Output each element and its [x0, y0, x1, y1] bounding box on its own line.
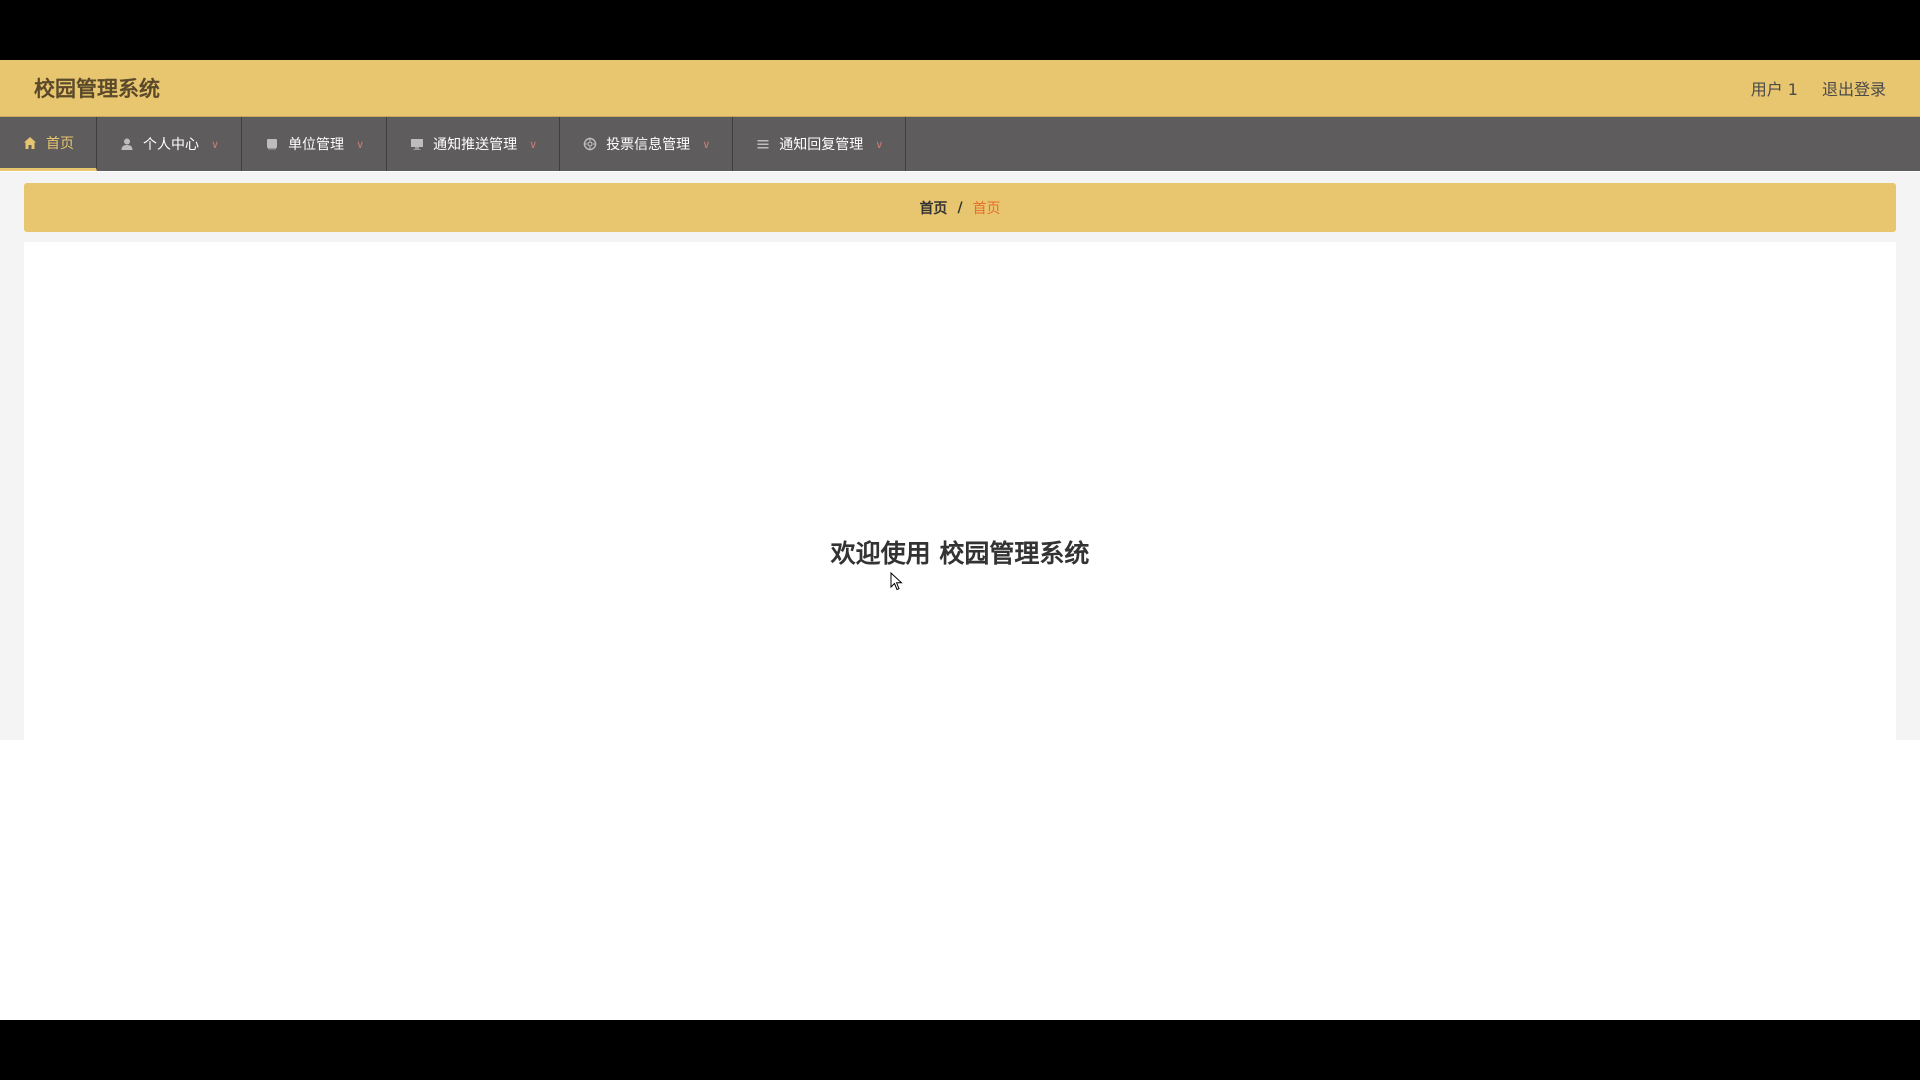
user-icon	[119, 136, 135, 152]
screen-letterbox-bottom	[0, 1020, 1920, 1080]
nav-item-notice-push-management[interactable]: 通知推送管理 ∨	[387, 117, 561, 171]
nav-item-vote-info-management[interactable]: 投票信息管理 ∨	[560, 117, 734, 171]
home-icon	[22, 135, 38, 151]
main-nav: 首页 个人中心 ∨ 单位管理 ∨ 通知推送管理 ∨ 投票信息管理 ∨ 通知回复管…	[0, 117, 1920, 171]
breadcrumb-home-link[interactable]: 首页	[919, 198, 947, 218]
nav-item-home[interactable]: 首页	[0, 117, 97, 171]
content-area: 首页 / 首页 欢迎使用 校园管理系统	[0, 172, 1920, 740]
welcome-panel: 欢迎使用 校园管理系统	[24, 242, 1896, 740]
app-window: 校园管理系统 用户 1 退出登录 首页 个人中心 ∨ 单位管理 ∨ 通知推送管理…	[0, 60, 1920, 1020]
top-header: 校园管理系统 用户 1 退出登录	[0, 60, 1920, 117]
book-icon	[264, 136, 280, 152]
nav-item-label: 首页	[46, 135, 74, 152]
user-name: 用户 1	[1750, 80, 1798, 99]
chevron-down-icon: ∨	[702, 137, 711, 151]
header-user-area: 用户 1 退出登录	[1751, 76, 1886, 100]
logout-link[interactable]: 退出登录	[1822, 76, 1886, 100]
app-title: 校园管理系统	[34, 77, 160, 101]
nav-item-label: 通知回复管理	[779, 137, 864, 153]
screen-letterbox-top	[0, 0, 1920, 60]
nav-item-label: 通知推送管理	[433, 137, 518, 153]
chevron-down-icon: ∨	[875, 137, 884, 151]
nav-item-unit-management[interactable]: 单位管理 ∨	[242, 117, 388, 171]
list-icon	[755, 136, 771, 152]
nav-item-notice-reply-management[interactable]: 通知回复管理 ∨	[733, 117, 907, 171]
target-icon	[582, 136, 598, 152]
mouse-cursor-icon	[890, 571, 904, 596]
nav-item-label: 投票信息管理	[606, 137, 691, 153]
monitor-icon	[409, 136, 425, 152]
nav-item-personal-center[interactable]: 个人中心 ∨	[97, 117, 243, 171]
chevron-down-icon: ∨	[211, 137, 220, 151]
welcome-heading: 欢迎使用 校园管理系统	[830, 539, 1090, 568]
chevron-down-icon: ∨	[356, 137, 365, 151]
chevron-down-icon: ∨	[529, 137, 538, 151]
nav-item-label: 单位管理	[288, 137, 345, 153]
breadcrumb-separator: /	[957, 199, 963, 216]
breadcrumb-current: 首页	[972, 200, 1001, 217]
nav-item-label: 个人中心	[143, 137, 199, 153]
breadcrumb: 首页 / 首页	[24, 183, 1896, 232]
